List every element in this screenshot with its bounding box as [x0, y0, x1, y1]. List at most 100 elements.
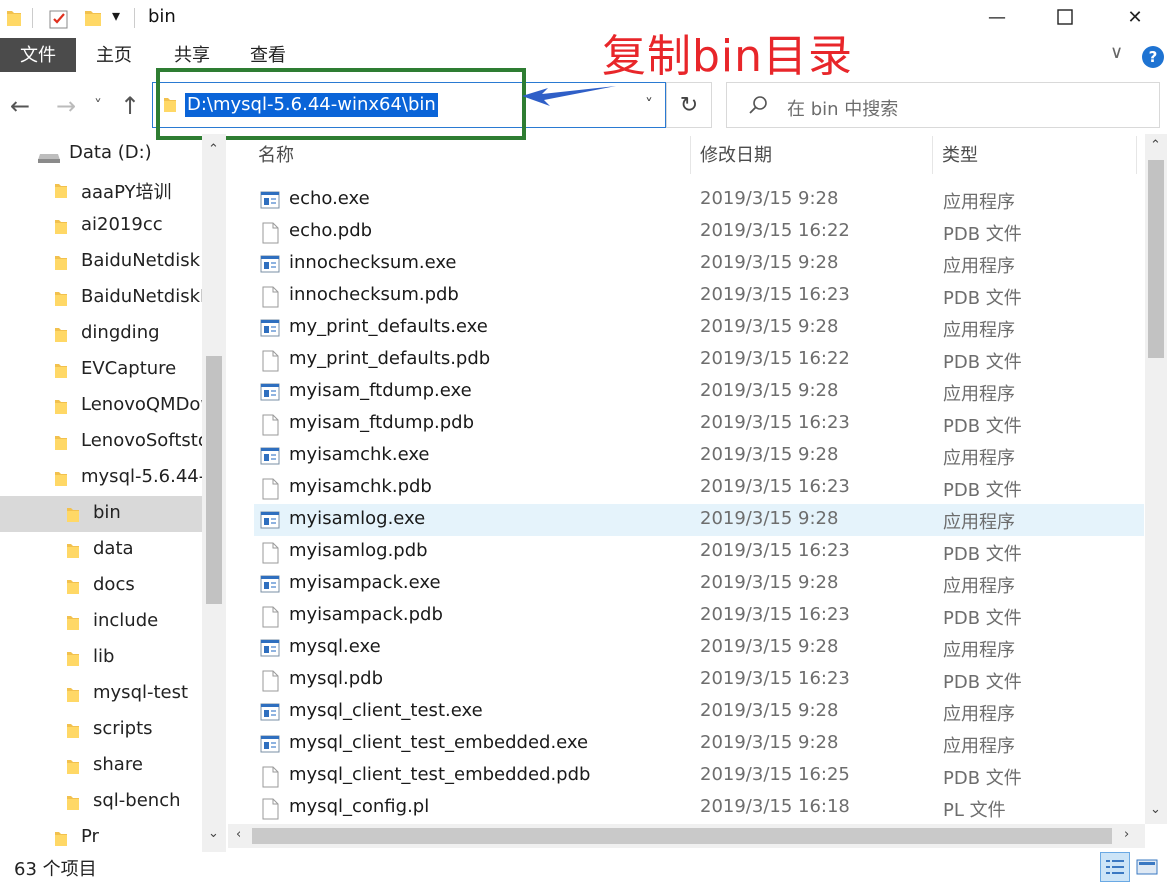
file-row[interactable]: echo.exe 2019/3/15 9:28 应用程序 — [254, 184, 1144, 216]
nav-folder-item[interactable]: include — [0, 604, 202, 640]
tab-home[interactable]: 主页 — [82, 38, 146, 72]
customize-toolbar-icon[interactable]: ▾ — [112, 6, 120, 25]
file-row[interactable]: myisamlog.pdb 2019/3/15 16:23 PDB 文件 — [254, 536, 1144, 568]
close-button[interactable]: ✕ — [1112, 0, 1158, 34]
file-row[interactable]: my_print_defaults.pdb 2019/3/15 16:22 PDB … — [254, 344, 1144, 376]
scroll-down-icon[interactable]: ⌄ — [1150, 802, 1161, 817]
nav-folder-item[interactable]: share — [0, 748, 202, 784]
list-horizontal-scrollbar[interactable]: ‹ › — [228, 824, 1145, 848]
nav-item-label: aaaPY培训 — [81, 182, 172, 203]
file-row[interactable]: myisam_ftdump.pdb 2019/3/15 16:23 PDB 文件 — [254, 408, 1144, 440]
file-date: 2019/3/15 16:23 — [700, 540, 850, 561]
nav-folder-item[interactable]: mysql-5.6.44- — [0, 460, 202, 496]
file-type: PDB 文件 — [943, 544, 1022, 565]
file-row[interactable]: innochecksum.pdb 2019/3/15 16:23 PDB 文件 — [254, 280, 1144, 312]
minimize-button[interactable]: — — [974, 0, 1020, 34]
file-row[interactable]: mysql.pdb 2019/3/15 16:23 PDB 文件 — [254, 664, 1144, 696]
column-header-name[interactable]: 名称 — [258, 134, 294, 178]
folder-icon — [66, 613, 80, 636]
nav-folder-item[interactable]: BaiduNetdiskD — [0, 280, 202, 316]
file-row[interactable]: mysql.exe 2019/3/15 9:28 应用程序 — [254, 632, 1144, 664]
list-hscroll-thumb[interactable] — [252, 828, 1112, 844]
list-scroll-thumb[interactable] — [1148, 160, 1164, 358]
column-divider[interactable] — [932, 136, 933, 174]
tab-view[interactable]: 查看 — [236, 38, 300, 72]
file-date: 2019/3/15 16:25 — [700, 764, 850, 785]
search-box[interactable]: 在 bin 中搜索 — [726, 82, 1160, 128]
file-name: myisam_ftdump.pdb — [289, 412, 475, 433]
file-row[interactable]: myisamchk.exe 2019/3/15 9:28 应用程序 — [254, 440, 1144, 472]
nav-folder-item[interactable]: data — [0, 532, 202, 568]
file-row[interactable]: myisamlog.exe 2019/3/15 9:28 应用程序 — [254, 504, 1144, 536]
help-icon[interactable]: ? — [1142, 46, 1164, 68]
forward-button[interactable]: → — [56, 92, 76, 120]
nav-item-label: mysql-5.6.44- — [81, 466, 202, 487]
nav-folder-item[interactable]: aaaPY培训 — [0, 172, 202, 208]
annotation-text: 复制bin目录 — [602, 31, 854, 82]
nav-folder-item[interactable]: bin — [0, 496, 202, 532]
file-row[interactable]: myisampack.exe 2019/3/15 9:28 应用程序 — [254, 568, 1144, 600]
back-button[interactable]: ← — [10, 92, 30, 120]
folder-icon — [66, 721, 80, 744]
file-row[interactable]: echo.pdb 2019/3/15 16:22 PDB 文件 — [254, 216, 1144, 248]
scroll-up-icon[interactable]: ⌃ — [1150, 138, 1161, 153]
file-row[interactable]: myisamchk.pdb 2019/3/15 16:23 PDB 文件 — [254, 472, 1144, 504]
refresh-icon: ↻ — [679, 92, 699, 118]
tab-file[interactable]: 文件 — [0, 38, 76, 72]
file-row[interactable]: mysql_config.pl 2019/3/15 16:18 PL 文件 — [254, 792, 1144, 824]
nav-folder-item[interactable]: scripts — [0, 712, 202, 748]
details-view-button[interactable] — [1100, 852, 1130, 882]
scroll-up-icon[interactable]: ⌃ — [208, 142, 219, 157]
nav-folder-item[interactable]: EVCapture — [0, 352, 202, 388]
properties-icon[interactable] — [48, 8, 70, 34]
scroll-down-icon[interactable]: ⌄ — [208, 826, 219, 841]
file-date: 2019/3/15 16:23 — [700, 604, 850, 625]
file-type: PDB 文件 — [943, 352, 1022, 373]
column-header-type[interactable]: 类型 — [942, 134, 978, 178]
nav-item-label: EVCapture — [81, 358, 177, 379]
column-divider[interactable] — [690, 136, 691, 174]
scroll-right-icon[interactable]: › — [1124, 827, 1129, 842]
column-divider[interactable] — [1136, 136, 1137, 174]
file-row[interactable]: myisampack.pdb 2019/3/15 16:23 PDB 文件 — [254, 600, 1144, 632]
file-row[interactable]: myisam_ftdump.exe 2019/3/15 9:28 应用程序 — [254, 376, 1144, 408]
list-vertical-scrollbar[interactable]: ⌃ ⌄ — [1145, 134, 1167, 824]
file-name: myisampack.exe — [289, 572, 441, 593]
file-type: 应用程序 — [943, 448, 1015, 469]
folder-icon — [54, 829, 68, 852]
nav-folder-item[interactable]: mysql-test — [0, 676, 202, 712]
search-input[interactable]: 在 bin 中搜索 — [787, 95, 898, 121]
expand-ribbon-icon[interactable]: ∨ — [1110, 42, 1123, 63]
large-icons-view-button[interactable] — [1132, 852, 1162, 882]
tab-share[interactable]: 共享 — [160, 38, 224, 72]
nav-scroll-thumb[interactable] — [206, 356, 222, 604]
column-header-date[interactable]: 修改日期 — [700, 134, 772, 178]
nav-folder-item[interactable]: ai2019cc — [0, 208, 202, 244]
up-button[interactable]: ↑ — [120, 92, 140, 120]
refresh-button[interactable]: ↻ — [666, 82, 712, 128]
nav-folder-item[interactable]: dingding — [0, 316, 202, 352]
nav-folder-item[interactable]: BaiduNetdisk — [0, 244, 202, 280]
nav-item-label: share — [93, 754, 143, 775]
file-row[interactable]: my_print_defaults.exe 2019/3/15 9:28 应用程序 — [254, 312, 1144, 344]
nav-scrollbar[interactable]: ⌃ ⌄ — [202, 134, 226, 852]
recent-locations-button[interactable]: ˅ — [94, 96, 102, 115]
nav-folder-item[interactable]: LenovoSoftstor — [0, 424, 202, 460]
file-type: 应用程序 — [943, 512, 1015, 533]
nav-folder-item[interactable]: sql-bench — [0, 784, 202, 820]
file-row[interactable]: innochecksum.exe 2019/3/15 9:28 应用程序 — [254, 248, 1144, 280]
file-row[interactable]: mysql_client_test.exe 2019/3/15 9:28 应用程序 — [254, 696, 1144, 728]
address-dropdown-icon[interactable]: ˅ — [645, 95, 653, 114]
nav-item-drive[interactable]: Data (D:) — [0, 136, 202, 172]
scroll-left-icon[interactable]: ‹ — [236, 827, 241, 842]
file-row[interactable]: mysql_client_test_embedded.pdb 2019/3/15 … — [254, 760, 1144, 792]
maximize-button[interactable] — [1042, 0, 1088, 34]
nav-folder-item[interactable]: docs — [0, 568, 202, 604]
nav-folder-item[interactable]: Pr — [0, 820, 202, 852]
nav-folder-item[interactable]: LenovoQMDow — [0, 388, 202, 424]
new-folder-icon[interactable] — [84, 8, 102, 32]
application-file-icon — [260, 734, 280, 759]
nav-item-label: BaiduNetdisk — [81, 250, 201, 271]
nav-folder-item[interactable]: lib — [0, 640, 202, 676]
file-row[interactable]: mysql_client_test_embedded.exe 2019/3/15 … — [254, 728, 1144, 760]
